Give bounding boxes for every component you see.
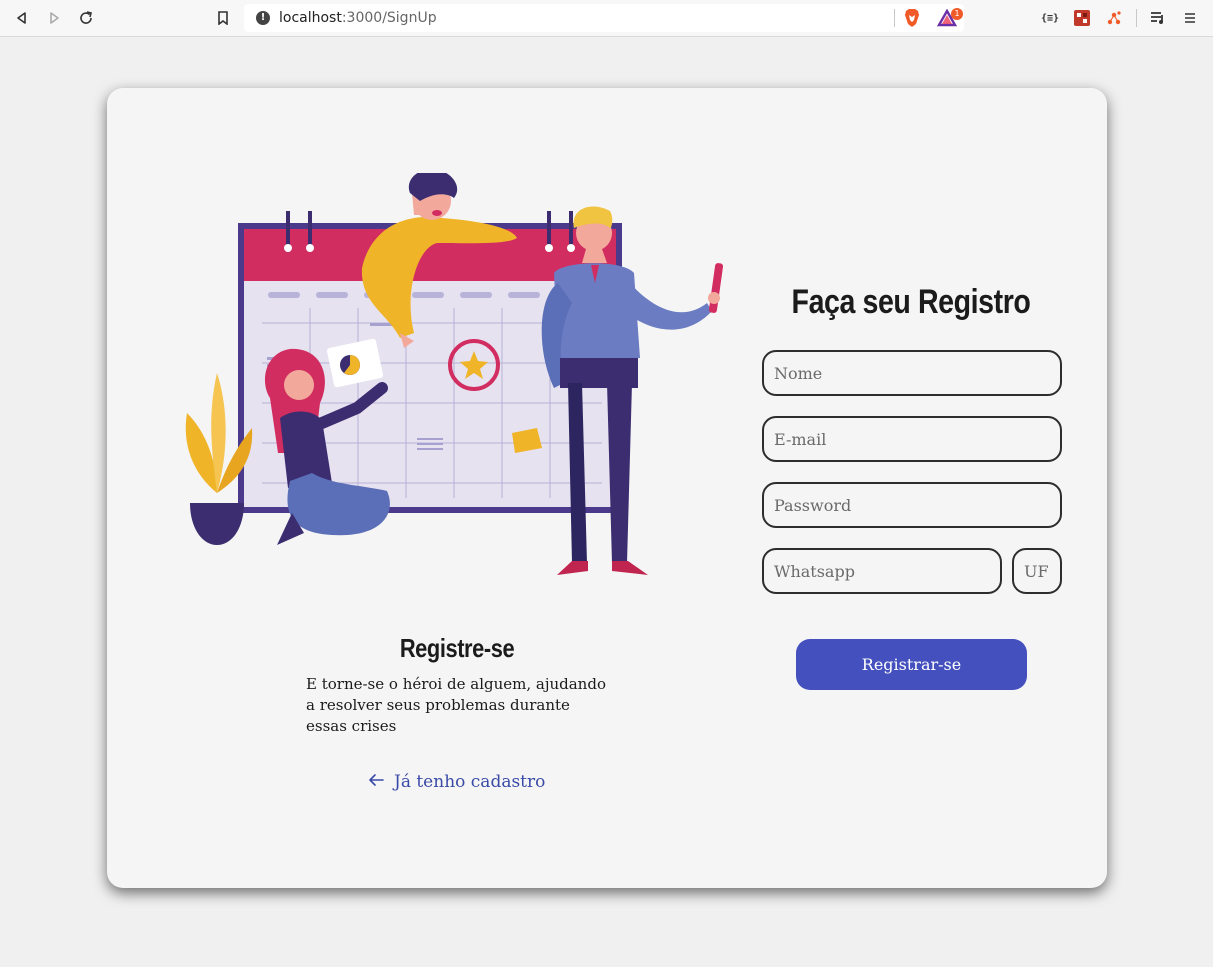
divider [1136, 9, 1137, 27]
site-info-icon[interactable]: ! [256, 11, 270, 25]
whatsapp-input[interactable] [762, 548, 1002, 594]
hero-description: E torne-se o héroi de alguem, ajudando a… [306, 675, 606, 735]
registration-illustration [185, 173, 724, 575]
already-registered-link[interactable]: Já tenho cadastro [368, 772, 545, 792]
url-path: :3000/SignUp [341, 10, 437, 26]
arrow-left-icon [368, 772, 384, 792]
extension-icon[interactable] [1071, 7, 1093, 29]
already-registered-label: Já tenho cadastro [394, 772, 546, 792]
signup-card: Registre-se E torne-se o héroi de alguem… [107, 88, 1107, 888]
graph-extension-icon[interactable] [1103, 7, 1125, 29]
email-input[interactable] [762, 416, 1062, 462]
uf-input[interactable] [1012, 548, 1062, 594]
forward-icon[interactable] [43, 7, 65, 29]
divider [894, 9, 895, 27]
bookmark-icon[interactable] [212, 7, 234, 29]
back-icon[interactable] [11, 7, 33, 29]
notification-badge: 1 [951, 8, 963, 20]
menu-icon[interactable] [1179, 7, 1201, 29]
json-extension-icon[interactable]: {≡} [1039, 7, 1061, 29]
brave-shield-icon[interactable] [901, 7, 923, 29]
address-bar[interactable]: ! localhost:3000/SignUp [244, 4, 964, 32]
url-text: localhost:3000/SignUp [279, 10, 437, 26]
reload-icon[interactable] [75, 7, 97, 29]
playlist-icon[interactable] [1147, 7, 1169, 29]
page: Registre-se E torne-se o héroi de alguem… [0, 38, 1213, 967]
name-input[interactable] [762, 350, 1062, 396]
password-input[interactable] [762, 482, 1062, 528]
hero-title: Registre-se [399, 633, 515, 663]
register-button[interactable]: Registrar-se [796, 639, 1027, 690]
browser-toolbar: ! localhost:3000/SignUp 1 {≡} [0, 0, 1213, 37]
form-title: Faça seu Registro [791, 283, 1031, 321]
url-host: localhost [279, 10, 342, 26]
